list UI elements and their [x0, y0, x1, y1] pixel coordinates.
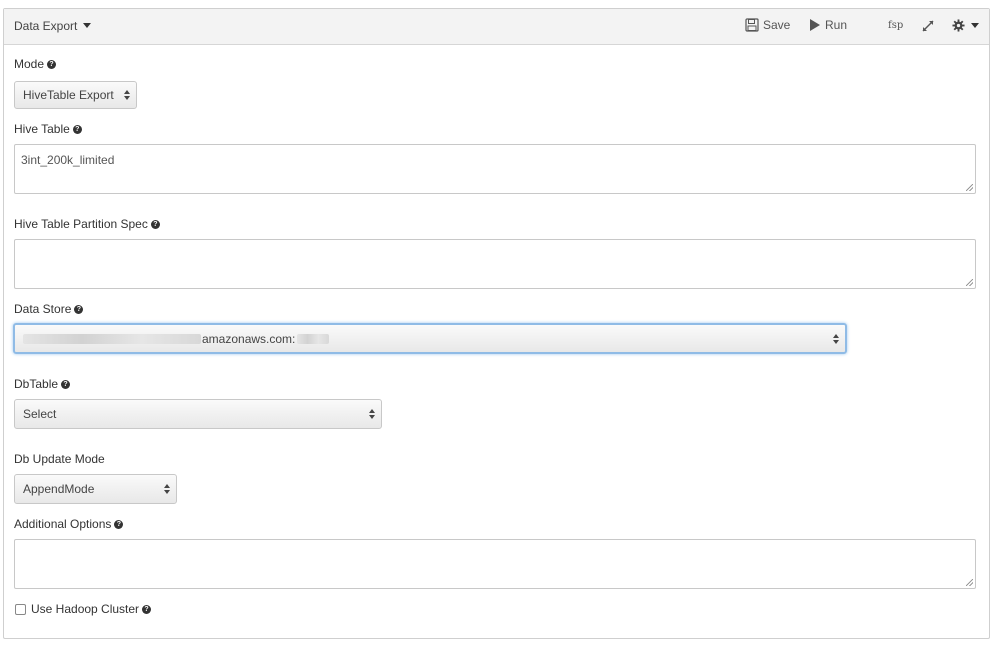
mode-select-value: HiveTable Export [23, 88, 114, 102]
play-icon [810, 19, 820, 31]
hive-table-label-text: Hive Table [14, 122, 70, 136]
hive-table-value: 3int_200k_limited [21, 153, 115, 167]
db-update-mode-select[interactable]: AppendMode [14, 474, 177, 504]
use-hadoop-cluster-label-text: Use Hadoop Cluster [31, 602, 140, 616]
expand-button[interactable] [921, 19, 935, 33]
panel-title-dropdown[interactable]: Data Export [14, 19, 92, 33]
question-circle-icon[interactable]: ? [47, 59, 57, 69]
question-circle-icon[interactable]: ? [142, 604, 152, 614]
db-update-mode-label-text: Db Update Mode [14, 452, 105, 466]
db-table-select-value: Select [23, 407, 57, 421]
select-arrows-icon [164, 484, 170, 494]
expand-icon [922, 20, 934, 32]
db-update-mode-select-value: AppendMode [23, 482, 95, 496]
additional-options-textarea[interactable] [14, 539, 976, 589]
resize-grip-icon[interactable] [966, 579, 973, 586]
mode-select[interactable]: HiveTable Export [14, 81, 137, 109]
db-table-select[interactable]: Select [14, 399, 382, 429]
question-circle-icon[interactable]: ? [61, 379, 71, 389]
question-circle-icon[interactable]: ? [72, 124, 82, 134]
select-arrows-icon [833, 333, 839, 344]
fsp-button[interactable]: fsp [888, 20, 903, 31]
data-store-label: Data Store ? [14, 302, 84, 316]
resize-grip-icon[interactable] [966, 184, 973, 191]
partition-spec-label-text: Hive Table Partition Spec [14, 217, 148, 231]
caret-down-icon [971, 23, 979, 28]
db-table-label-text: DbTable [14, 377, 59, 391]
select-arrows-icon [124, 90, 130, 100]
hive-table-textarea[interactable]: 3int_200k_limited [14, 144, 976, 194]
panel-header: Data Export Save Run fsp [4, 9, 989, 45]
panel-title: Data Export [14, 19, 78, 33]
additional-options-label: Additional Options ? [14, 517, 124, 531]
run-label: Run [825, 18, 848, 32]
redacted-text [23, 333, 201, 344]
use-hadoop-cluster-checkbox[interactable] [15, 604, 26, 615]
floppy-disk-icon [745, 18, 759, 32]
question-circle-icon[interactable]: ? [114, 519, 124, 529]
data-store-select[interactable]: amazonaws.com: [13, 323, 847, 354]
save-button[interactable]: Save [745, 18, 790, 32]
run-button[interactable]: Run [809, 18, 847, 32]
caret-down-icon [83, 23, 92, 28]
select-arrows-icon [369, 409, 375, 419]
additional-options-label-text: Additional Options [14, 517, 112, 531]
gear-icon [952, 19, 965, 32]
resize-grip-icon[interactable] [966, 279, 973, 286]
use-hadoop-cluster-label[interactable]: Use Hadoop Cluster ? [31, 602, 152, 616]
question-circle-icon[interactable]: ? [150, 219, 160, 229]
partition-spec-label: Hive Table Partition Spec ? [14, 217, 160, 231]
mode-label: Mode ? [14, 57, 57, 71]
settings-dropdown[interactable] [952, 19, 979, 32]
mode-label-text: Mode [14, 57, 45, 71]
data-store-label-text: Data Store [14, 302, 72, 316]
db-table-label: DbTable ? [14, 377, 71, 391]
partition-spec-textarea[interactable] [14, 239, 976, 289]
question-circle-icon[interactable]: ? [74, 304, 84, 314]
redacted-text [297, 333, 330, 344]
hive-table-label: Hive Table ? [14, 122, 82, 136]
db-update-mode-label: Db Update Mode [14, 452, 105, 466]
save-label: Save [763, 18, 791, 32]
data-store-value: amazonaws.com: [202, 331, 296, 346]
data-export-panel: Data Export Save Run fsp Mode ? HiveTabl… [3, 8, 990, 639]
